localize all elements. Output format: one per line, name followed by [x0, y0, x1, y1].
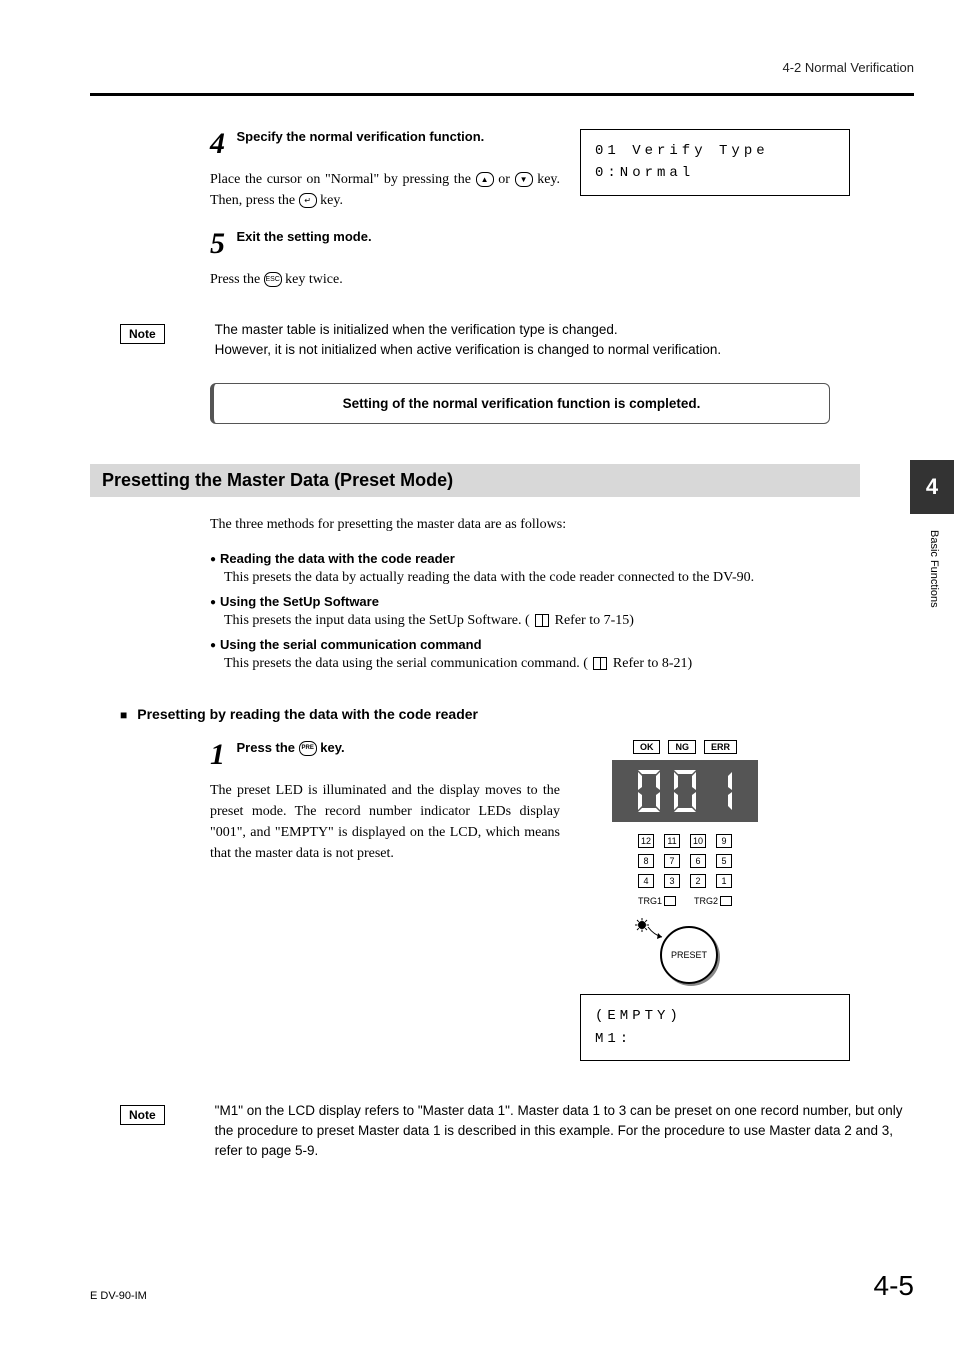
preset-led-icon — [635, 918, 649, 932]
step-5-body-post: key twice. — [285, 272, 343, 287]
subsection-heading: Presetting by reading the data with the … — [120, 706, 914, 722]
down-key-icon: ▼ — [515, 172, 533, 187]
digit-0 — [634, 768, 664, 814]
bullet-2-body: This presets the input data using the Se… — [224, 613, 914, 629]
led-ok: OK — [633, 740, 661, 754]
step-4-body-post: key. — [320, 193, 343, 208]
lcd2-line-2: M1: — [595, 1028, 835, 1050]
up-key-icon: ▲ — [476, 172, 494, 187]
bullet-3-body: This presets the data using the serial c… — [224, 656, 914, 672]
note-text-1: The master table is initialized when the… — [215, 320, 914, 361]
chapter-tab-label: Basic Functions — [928, 530, 940, 608]
step-4-body-pre: Place the cursor on "Normal" by pressing… — [210, 172, 476, 187]
trg2-indicator — [720, 896, 732, 906]
bullet-1-body: This presets the data by actually readin… — [224, 570, 914, 586]
step-5-body-pre: Press the — [210, 272, 264, 287]
step-1-title: Press the PRE key. — [237, 740, 345, 755]
lcd2-line-1: (EMPTY) — [595, 1005, 835, 1027]
completion-box: Setting of the normal verification funct… — [210, 383, 830, 424]
bullet-1-head: Reading the data with the code reader — [210, 551, 914, 566]
section-intro: The three methods for presetting the mas… — [210, 517, 914, 533]
header-section-ref: 4-2 Normal Verification — [90, 60, 914, 75]
trg1-indicator — [664, 896, 676, 906]
seven-segment-display — [612, 760, 758, 822]
digit-0b — [670, 768, 700, 814]
step-1-body: The preset LED is illuminated and the di… — [210, 780, 560, 864]
lcd-display-step4: 01 Verify Type 0:Normal — [580, 129, 850, 196]
footer-doc-id: E DV-90-IM — [90, 1290, 147, 1302]
step-4-body: Place the cursor on "Normal" by pressing… — [210, 169, 560, 211]
led-err: ERR — [704, 740, 737, 754]
step-4-number: 4 — [210, 129, 225, 159]
note-label-1: Note — [120, 324, 165, 344]
enter-key-icon: ↵ — [299, 193, 317, 208]
preset-button-graphic: PRESET — [660, 926, 718, 984]
section-heading: Presetting the Master Data (Preset Mode) — [90, 464, 860, 497]
step-5-number: 5 — [210, 229, 225, 259]
book-icon — [535, 614, 549, 627]
digit-1 — [706, 768, 736, 814]
lcd-line-2: 0:Normal — [595, 162, 835, 184]
footer-page-number: 4-5 — [874, 1270, 914, 1302]
step-4-body-mid: or — [498, 172, 514, 187]
bullet-2-head: Using the SetUp Software — [210, 594, 914, 609]
step-5-title: Exit the setting mode. — [237, 229, 372, 244]
esc-key-icon: ESC — [264, 272, 282, 287]
preset-key-icon: PRE — [299, 741, 317, 756]
device-panel: OK NG ERR — [580, 740, 790, 1061]
lcd-display-step1: (EMPTY) M1: — [580, 994, 850, 1061]
book-icon — [593, 657, 607, 670]
lcd-line-1: 01 Verify Type — [595, 140, 835, 162]
step-1-number: 1 — [210, 740, 225, 770]
step-4-title: Specify the normal verification function… — [237, 129, 485, 144]
trigger-row: TRG1 TRG2 — [580, 896, 790, 907]
chapter-tab: 4 — [910, 460, 954, 514]
note-label-2: Note — [120, 1105, 165, 1125]
indicator-grid: 12 11 10 9 8 7 6 5 4 3 2 — [580, 834, 790, 888]
step-5-body: Press the ESC key twice. — [210, 269, 810, 290]
led-ng: NG — [668, 740, 696, 754]
note-text-2: "M1" on the LCD display refers to "Maste… — [215, 1101, 914, 1162]
bullet-3-head: Using the serial communication command — [210, 637, 914, 652]
